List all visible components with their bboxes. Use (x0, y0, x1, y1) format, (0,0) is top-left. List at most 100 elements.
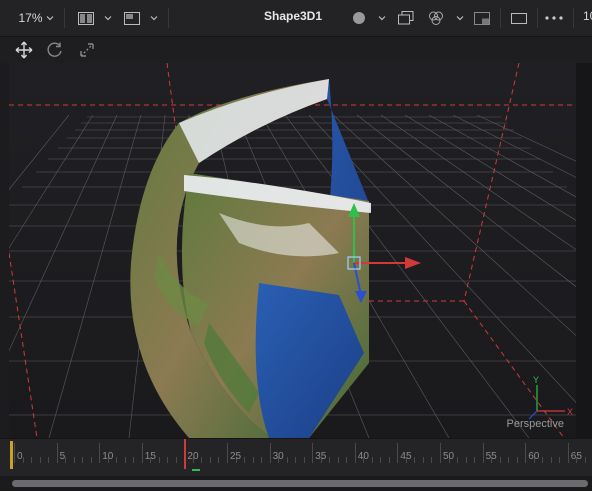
timeline-minor-tick (167, 457, 169, 463)
timeline-ruler[interactable]: 0 5 10 15 20 25 30 35 40 45 50 55 60 65 (0, 438, 592, 477)
timeline-minor-tick (158, 457, 160, 463)
timeline-minor-tick (431, 457, 433, 463)
timeline-tick-label: 20 (187, 451, 199, 462)
timeline-minor-tick (48, 457, 50, 463)
timeline-minor-tick (201, 457, 203, 463)
timeline-minor-tick (90, 457, 92, 463)
timeline-tick-label: 40 (357, 451, 369, 462)
timeline-minor-tick (337, 457, 339, 463)
timeline-tick (227, 443, 228, 463)
timeline-tick (525, 443, 527, 463)
viewer-mode-icon[interactable] (122, 9, 142, 27)
timeline-minor-tick (295, 457, 297, 463)
view-type-label[interactable]: Perspective (507, 418, 564, 430)
timeline-tick-label: 65 (570, 451, 582, 462)
chevron-down-icon[interactable] (148, 9, 160, 27)
timeline-minor-tick (124, 457, 126, 463)
timeline-minor-tick (286, 457, 288, 463)
timeline-minor-tick (559, 457, 561, 463)
axis-x-label: X (567, 407, 573, 417)
timeline-tick (14, 443, 15, 463)
rotate-tool-icon[interactable] (46, 41, 64, 59)
chevron-down-icon[interactable] (454, 9, 466, 27)
timeline-tick (312, 443, 314, 463)
rgb-channels-icon[interactable] (426, 9, 446, 27)
timeline-tick (440, 443, 441, 463)
timeline-tick (56, 443, 58, 463)
3d-scene: Y X (9, 63, 576, 438)
playhead[interactable] (184, 439, 187, 469)
timeline-minor-tick (422, 457, 424, 463)
timeline-minor-tick (388, 457, 390, 463)
divider (500, 8, 501, 28)
viewer-toolbar: 17% Shape3D1 10 (0, 0, 592, 37)
in-point-marker[interactable] (10, 441, 13, 469)
timeline-minor-tick (244, 457, 246, 463)
axis-y-label: Y (533, 375, 539, 385)
timeline-minor-tick (380, 457, 382, 463)
timeline-tick-label: 25 (230, 451, 242, 462)
timeline-tick-label: 35 (315, 451, 327, 462)
timeline-minor-tick (65, 457, 67, 463)
timeline-tick (99, 443, 101, 463)
timeline-minor-tick (218, 457, 220, 463)
timeline-minor-tick (465, 457, 467, 463)
timeline-tick-label: 45 (400, 451, 412, 462)
fullscreen-icon[interactable] (508, 9, 530, 27)
timeline-minor-tick (82, 457, 84, 463)
zoom-dropdown[interactable]: 17% (14, 9, 58, 27)
3d-viewport[interactable]: Y X Perspective (9, 63, 576, 438)
timeline-tick-label: 55 (485, 451, 497, 462)
zoom-value: 17% (18, 11, 43, 25)
chevron-down-icon[interactable] (376, 9, 388, 27)
timeline-minor-tick (457, 457, 459, 463)
scrollbar-thumb[interactable] (12, 480, 588, 487)
divider (537, 8, 538, 28)
timeline-tick (567, 443, 569, 463)
chevron-down-icon (46, 16, 53, 21)
side-panel-edge (576, 63, 592, 438)
timeline-tick (141, 443, 143, 463)
timeline-minor-tick (584, 457, 586, 463)
current-frame-field[interactable]: 10 (583, 9, 592, 23)
move-tool-icon[interactable] (14, 41, 34, 59)
timeline-minor-tick (516, 457, 518, 463)
timeline-tick (397, 443, 399, 463)
timeline-minor-tick (508, 457, 510, 463)
timeline-tick-label: 10 (102, 451, 114, 462)
current-frame-marker (192, 469, 200, 471)
timeline-tick-label: 5 (59, 451, 66, 462)
timeline-minor-tick (499, 457, 501, 463)
timeline-minor-tick (73, 457, 75, 463)
timeline-minor-tick (133, 457, 135, 463)
layout-icon[interactable] (76, 9, 96, 27)
chevron-down-icon[interactable] (102, 9, 114, 27)
color-dot-icon[interactable] (350, 9, 368, 27)
timeline-minor-tick (209, 457, 211, 463)
timeline-tick (482, 443, 484, 463)
timeline-tick-label: 30 (272, 451, 284, 462)
timeline-tick (269, 443, 271, 463)
timeline-tick-label: 15 (144, 451, 156, 462)
timeline-minor-tick (31, 457, 33, 463)
timeline-scrollbar[interactable] (0, 476, 592, 491)
copy-icon[interactable] (396, 9, 416, 27)
timeline-minor-tick (175, 457, 177, 463)
timeline-minor-tick (371, 457, 373, 463)
timeline-minor-tick (303, 457, 305, 463)
timeline-minor-tick (346, 457, 348, 463)
timeline-minor-tick (414, 457, 416, 463)
scale-tool-icon[interactable] (78, 41, 96, 59)
timeline-tick-label: 0 (17, 451, 23, 462)
divider (64, 8, 65, 28)
timeline-minor-tick (550, 457, 552, 463)
more-options-icon[interactable] (542, 9, 566, 27)
split-view-icon[interactable] (472, 9, 492, 27)
timeline-tick (354, 443, 356, 463)
transform-toolbar (0, 37, 592, 63)
divider (573, 8, 574, 28)
timeline-tick-label: 60 (528, 451, 540, 462)
timeline-minor-tick (474, 457, 476, 463)
timeline-minor-tick (329, 457, 331, 463)
timeline-minor-tick (261, 457, 263, 463)
